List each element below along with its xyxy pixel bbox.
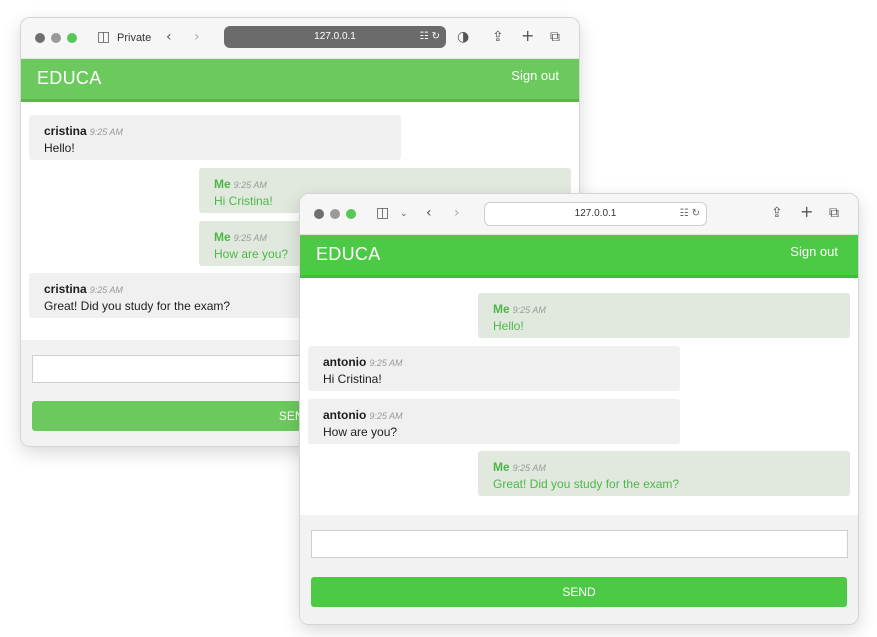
message-time: 9:25 AM [233,233,267,243]
message-author: Me [214,177,231,191]
share-icon[interactable]: ⇪ [771,206,783,220]
minimize-icon[interactable] [330,209,340,219]
close-icon[interactable] [314,209,324,219]
browser-toolbar: ◫ Private ‹ › 127.0.0.1 ☷ ↻ ◑ ⇪ + ⧉ [21,18,579,59]
message-time: 9:25 AM [512,305,546,315]
address-bar[interactable]: 127.0.0.1 ☷ ↻ [484,202,707,226]
message-input[interactable] [311,530,848,558]
chat-message: Me 9:25 AM Great! Did you study for the e… [478,451,850,496]
message-author: cristina [44,124,87,138]
zoom-icon[interactable] [346,209,356,219]
app-header: EDUCA Sign out [300,235,858,278]
address-bar[interactable]: 127.0.0.1 ☷ ↻ [224,26,446,48]
chat-message: Me 9:25 AM Hello! [478,293,850,338]
message-time: 9:25 AM [369,358,403,368]
sign-out-link[interactable]: Sign out [790,244,838,259]
chat-footer: SEND [300,515,858,624]
chevron-down-icon[interactable]: ⌄ [400,207,408,221]
message-text: Great! Did you study for the exam? [493,477,680,491]
zoom-icon[interactable] [67,33,77,43]
sidebar-icon[interactable]: ◫ [97,30,110,44]
forward-icon[interactable]: › [454,206,460,220]
message-time: 9:25 AM [512,463,546,473]
brand-logo[interactable]: EDUCA [316,244,381,265]
new-tab-icon[interactable]: + [521,28,534,44]
url-text: 127.0.0.1 [314,31,356,42]
message-text: Hi Cristina! [323,372,382,386]
chat-message: antonio 9:25 AM Hi Cristina! [308,346,680,391]
tabs-overview-icon[interactable]: ⧉ [550,30,560,44]
message-text: Hello! [493,319,524,333]
close-icon[interactable] [35,33,45,43]
app-header: EDUCA Sign out [21,59,579,102]
back-icon[interactable]: ‹ [426,206,432,220]
brand-logo[interactable]: EDUCA [37,68,102,89]
back-icon[interactable]: ‹ [166,30,172,44]
message-author: Me [493,302,510,316]
reload-icon[interactable]: ↻ [692,208,700,219]
chat-message: antonio 9:25 AM How are you? [308,399,680,444]
new-tab-icon[interactable]: + [800,204,813,220]
message-time: 9:25 AM [89,127,123,137]
message-text: How are you? [323,425,398,439]
message-author: cristina [44,282,87,296]
front-browser-window: ◫ ⌄ ‹ › 127.0.0.1 ☷ ↻ ⇪ + ⧉ EDUCA Sign o… [299,193,859,625]
share-icon[interactable]: ⇪ [492,30,504,44]
message-author: Me [214,230,231,244]
message-author: antonio [323,408,367,422]
chat-message: cristina 9:25 AM Hello! [29,115,401,160]
tabs-overview-icon[interactable]: ⧉ [829,206,839,220]
shield-icon[interactable]: ◑ [457,30,469,44]
message-time: 9:25 AM [89,285,123,295]
message-text: Hello! [44,141,75,155]
browser-toolbar: ◫ ⌄ ‹ › 127.0.0.1 ☷ ↻ ⇪ + ⧉ [300,194,858,235]
forward-icon[interactable]: › [194,30,200,44]
translate-icon[interactable]: ☷ [419,31,428,42]
minimize-icon[interactable] [51,33,61,43]
message-time: 9:25 AM [369,411,403,421]
message-time: 9:25 AM [233,180,267,190]
reload-icon[interactable]: ↻ [432,31,440,42]
url-text: 127.0.0.1 [574,208,617,219]
message-author: antonio [323,355,367,369]
translate-icon[interactable]: ☷ [679,208,688,219]
message-author: Me [493,460,510,474]
sidebar-icon[interactable]: ◫ [376,206,389,220]
private-tab-label: Private [117,32,152,44]
sign-out-link[interactable]: Sign out [511,68,559,83]
send-button[interactable]: SEND [311,577,847,607]
